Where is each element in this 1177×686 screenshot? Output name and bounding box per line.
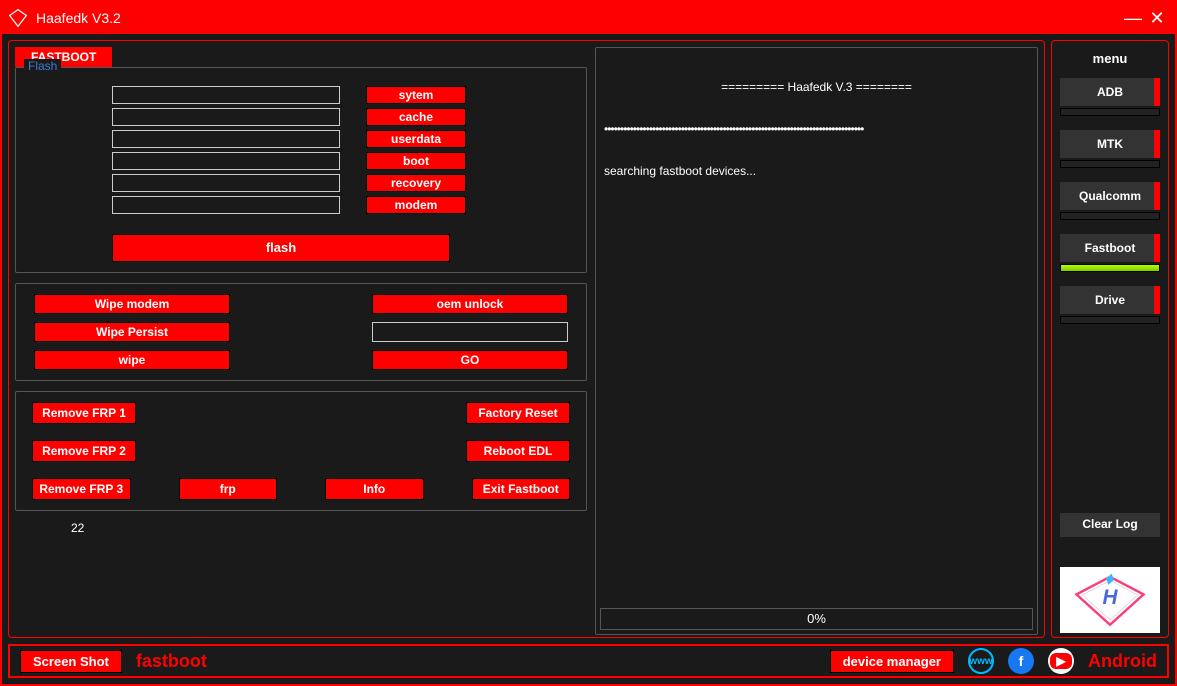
counter-label: 22: [71, 521, 587, 535]
minimize-button[interactable]: —: [1121, 8, 1145, 29]
oem-input[interactable]: [372, 322, 568, 342]
fastboot-indicator: [1060, 264, 1160, 272]
log-header: ========= Haafedk V.3 ========: [604, 80, 1029, 94]
log-panel: ========= Haafedk V.3 ======== •••••••••…: [595, 47, 1038, 635]
log-output: ========= Haafedk V.3 ======== •••••••••…: [596, 48, 1037, 604]
screenshot-button[interactable]: Screen Shot: [20, 650, 122, 673]
titlebar: Haafedk V3.2 — ✕: [2, 2, 1175, 34]
wipe-persist-button[interactable]: Wipe Persist: [34, 322, 230, 342]
log-separator: ••••••••••••••••••••••••••••••••••••••••…: [604, 122, 1029, 136]
menu-label: menu: [1093, 51, 1128, 66]
left-panels: FASTBOOT Flash sytem cache userdata boot…: [15, 47, 587, 635]
globe-icon[interactable]: www: [968, 648, 994, 674]
facebook-icon[interactable]: f: [1008, 648, 1034, 674]
sidebar-fastboot-button[interactable]: Fastboot: [1060, 234, 1160, 262]
youtube-icon[interactable]: ▶: [1048, 648, 1074, 674]
flash-btn-cache[interactable]: cache: [366, 108, 466, 126]
exit-fastboot-button[interactable]: Exit Fastboot: [472, 478, 571, 500]
flash-btn-recovery[interactable]: recovery: [366, 174, 466, 192]
flash-input-system[interactable]: [112, 86, 340, 104]
diamond-icon: H: [1070, 572, 1150, 628]
clear-log-button[interactable]: Clear Log: [1060, 513, 1160, 537]
reboot-edl-button[interactable]: Reboot EDL: [466, 440, 570, 462]
remove-frp3-button[interactable]: Remove FRP 3: [32, 478, 131, 500]
flash-btn-system[interactable]: sytem: [366, 86, 466, 104]
brand-logo: H: [1060, 567, 1160, 633]
sidebar: menu ADB MTK Qualcomm Fastboot Drive Cle…: [1051, 40, 1169, 638]
device-manager-button[interactable]: device manager: [830, 650, 954, 673]
app-window: Haafedk V3.2 — ✕ FASTBOOT Flash sytem ca…: [0, 0, 1177, 686]
platform-label: Android: [1088, 651, 1157, 672]
flash-input-boot[interactable]: [112, 152, 340, 170]
wipe-button[interactable]: wipe: [34, 350, 230, 370]
wipe-panel: Wipe modem Wipe Persist wipe oem unlock …: [15, 283, 587, 381]
flash-button[interactable]: flash: [112, 234, 450, 262]
go-button[interactable]: GO: [372, 350, 568, 370]
svg-text:H: H: [1102, 586, 1118, 609]
adb-indicator: [1060, 108, 1160, 116]
sidebar-mtk-button[interactable]: MTK: [1060, 130, 1160, 158]
frp-button[interactable]: frp: [179, 478, 278, 500]
log-line: searching fastboot devices...: [604, 164, 1029, 178]
flash-input-cache[interactable]: [112, 108, 340, 126]
main-top: FASTBOOT Flash sytem cache userdata boot…: [15, 47, 1038, 635]
oem-unlock-button[interactable]: oem unlock: [372, 294, 568, 314]
app-title: Haafedk V3.2: [36, 10, 1121, 26]
flash-input-modem[interactable]: [112, 196, 340, 214]
drive-indicator: [1060, 316, 1160, 324]
remove-frp2-button[interactable]: Remove FRP 2: [32, 440, 136, 462]
factory-reset-button[interactable]: Factory Reset: [466, 402, 570, 424]
progress-bar: 0%: [600, 608, 1033, 630]
mtk-indicator: [1060, 160, 1160, 168]
sidebar-drive-button[interactable]: Drive: [1060, 286, 1160, 314]
sidebar-adb-button[interactable]: ADB: [1060, 78, 1160, 106]
remove-frp1-button[interactable]: Remove FRP 1: [32, 402, 136, 424]
sidebar-qualcomm-button[interactable]: Qualcomm: [1060, 182, 1160, 210]
flash-btn-modem[interactable]: modem: [366, 196, 466, 214]
flash-input-recovery[interactable]: [112, 174, 340, 192]
flash-btn-userdata[interactable]: userdata: [366, 130, 466, 148]
frp-panel: Remove FRP 1 Factory Reset Remove FRP 2 …: [15, 391, 587, 511]
main-column: FASTBOOT Flash sytem cache userdata boot…: [8, 40, 1045, 638]
flash-btn-boot[interactable]: boot: [366, 152, 466, 170]
body: FASTBOOT Flash sytem cache userdata boot…: [2, 34, 1175, 644]
close-button[interactable]: ✕: [1145, 8, 1169, 29]
mode-label: fastboot: [136, 651, 207, 672]
wipe-modem-button[interactable]: Wipe modem: [34, 294, 230, 314]
flash-legend: Flash: [24, 59, 61, 73]
flash-input-userdata[interactable]: [112, 130, 340, 148]
flash-panel: Flash sytem cache userdata boot recovery…: [15, 67, 587, 273]
qualcomm-indicator: [1060, 212, 1160, 220]
app-logo-icon: [8, 8, 28, 28]
info-button[interactable]: Info: [325, 478, 424, 500]
footer: Screen Shot fastboot device manager www …: [8, 644, 1169, 678]
